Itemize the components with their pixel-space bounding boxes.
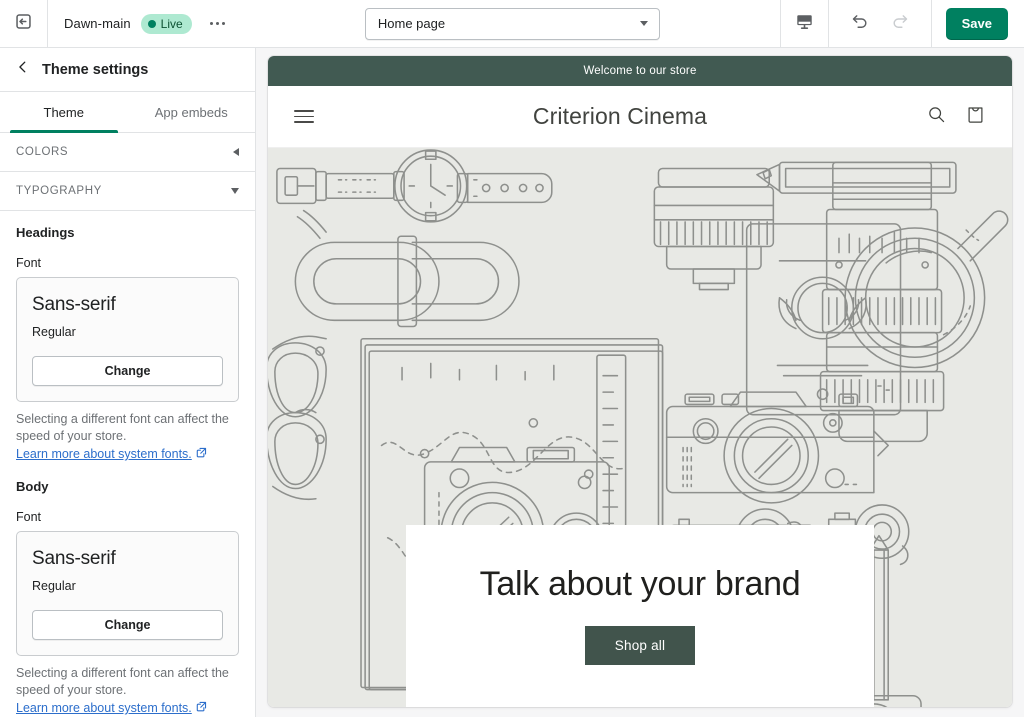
body-font-name: Sans-serif [32, 548, 116, 569]
hero-title: Talk about your brand [479, 565, 801, 603]
storefront-preview[interactable]: Welcome to our store Criterion Cinema Ta… [268, 56, 1012, 707]
dot-icon [215, 21, 220, 26]
body-change-font-button[interactable]: Change [32, 610, 223, 640]
undo-button[interactable] [845, 7, 874, 41]
headings-font-label: Font [16, 256, 42, 270]
chevron-down-icon [639, 21, 648, 26]
editor-body: Theme settings Theme App embeds COLORS T… [0, 48, 1024, 717]
external-link-icon [196, 701, 207, 715]
exit-to-admin-icon [14, 12, 33, 36]
body-font-label: Font [16, 510, 42, 524]
headings-font-weight: Regular [32, 325, 76, 339]
save-area: Save [930, 0, 1024, 47]
section-colors[interactable]: COLORS [0, 133, 255, 172]
history-controls [827, 0, 931, 47]
top-bar: Dawn-main Live Home page Save [0, 0, 1024, 48]
device-preview-button[interactable] [779, 0, 828, 47]
hero-text-card: Talk about your brand Shop all [406, 525, 874, 707]
headings-system-fonts-link-label: Learn more about system fonts. [16, 447, 192, 461]
redo-icon [890, 11, 911, 37]
storefront-header-icons [926, 103, 986, 130]
preview-pane: Welcome to our store Criterion Cinema Ta… [256, 48, 1024, 717]
desktop-view-icon [795, 12, 814, 36]
external-link-icon [196, 447, 207, 461]
dot-icon [209, 21, 214, 26]
search-icon[interactable] [926, 104, 947, 130]
tab-app-embeds[interactable]: App embeds [128, 92, 256, 132]
headings-system-fonts-link[interactable]: Learn more about system fonts. [16, 447, 207, 461]
section-typography-label: TYPOGRAPHY [16, 185, 102, 197]
top-bar-actions: Save [779, 0, 1024, 47]
store-name: Criterion Cinema [532, 103, 708, 129]
headings-change-font-button[interactable]: Change [32, 356, 223, 386]
body-font-weight: Regular [32, 579, 76, 593]
settings-sidebar: Theme settings Theme App embeds COLORS T… [0, 48, 256, 717]
body-system-fonts-link-label: Learn more about system fonts. [16, 701, 192, 715]
headings-group-title: Headings [16, 225, 75, 240]
body-font-card: Sans-serif Regular Change [16, 531, 239, 656]
exit-to-admin-button[interactable] [0, 0, 48, 47]
headings-font-card: Sans-serif Regular Change [16, 277, 239, 402]
page-title: Theme settings [42, 61, 149, 78]
more-actions-button[interactable] [204, 16, 232, 32]
section-typography[interactable]: TYPOGRAPHY [0, 172, 255, 211]
section-colors-label: COLORS [16, 146, 69, 158]
chevron-down-icon [231, 188, 239, 194]
shopping-bag-icon[interactable] [965, 103, 986, 130]
theme-identity-group: Dawn-main Live [48, 0, 245, 47]
chevron-left-icon [16, 60, 30, 79]
dot-icon [221, 21, 226, 26]
status-badge: Live [140, 13, 192, 34]
redo-button[interactable] [886, 7, 915, 41]
status-dot-icon [147, 19, 156, 28]
chevron-left-icon [233, 148, 239, 156]
storefront-header: Criterion Cinema [268, 86, 1012, 148]
tab-app-embeds-label: App embeds [154, 104, 228, 120]
hero-section: Talk about your brand Shop all [268, 148, 1012, 707]
undo-icon [849, 11, 870, 37]
theme-name-label: Dawn-main [64, 16, 131, 31]
hamburger-menu-icon[interactable] [294, 110, 314, 123]
tab-theme[interactable]: Theme [0, 92, 128, 133]
theme-editor-app: Dawn-main Live Home page Save Theme sett… [0, 0, 1024, 717]
body-system-fonts-link[interactable]: Learn more about system fonts. [16, 701, 207, 715]
sidebar-header: Theme settings [0, 48, 255, 92]
status-badge-label: Live [160, 16, 183, 31]
body-group-title: Body [16, 479, 49, 494]
page-selector-area: Home page [245, 0, 779, 47]
tab-theme-label: Theme [43, 104, 84, 120]
back-button[interactable] [16, 60, 30, 79]
announcement-bar[interactable]: Welcome to our store [268, 56, 1012, 86]
headings-font-name: Sans-serif [32, 294, 116, 315]
page-selector-value: Home page [377, 16, 446, 31]
sidebar-scroll-area[interactable]: COLORS TYPOGRAPHY Headings Font Sans-ser… [0, 133, 255, 717]
headings-font-helper-text: Selecting a different font can affect th… [16, 412, 229, 443]
page-selector[interactable]: Home page [364, 7, 660, 40]
typography-section-body: Headings Font Sans-serif Regular Change … [0, 211, 255, 717]
announcement-bar-text: Welcome to our store [583, 65, 697, 77]
save-button[interactable]: Save [945, 7, 1008, 40]
body-font-helper-text: Selecting a different font can affect th… [16, 666, 229, 697]
shop-all-button[interactable]: Shop all [584, 626, 696, 665]
sidebar-tabs: Theme App embeds [0, 92, 255, 133]
